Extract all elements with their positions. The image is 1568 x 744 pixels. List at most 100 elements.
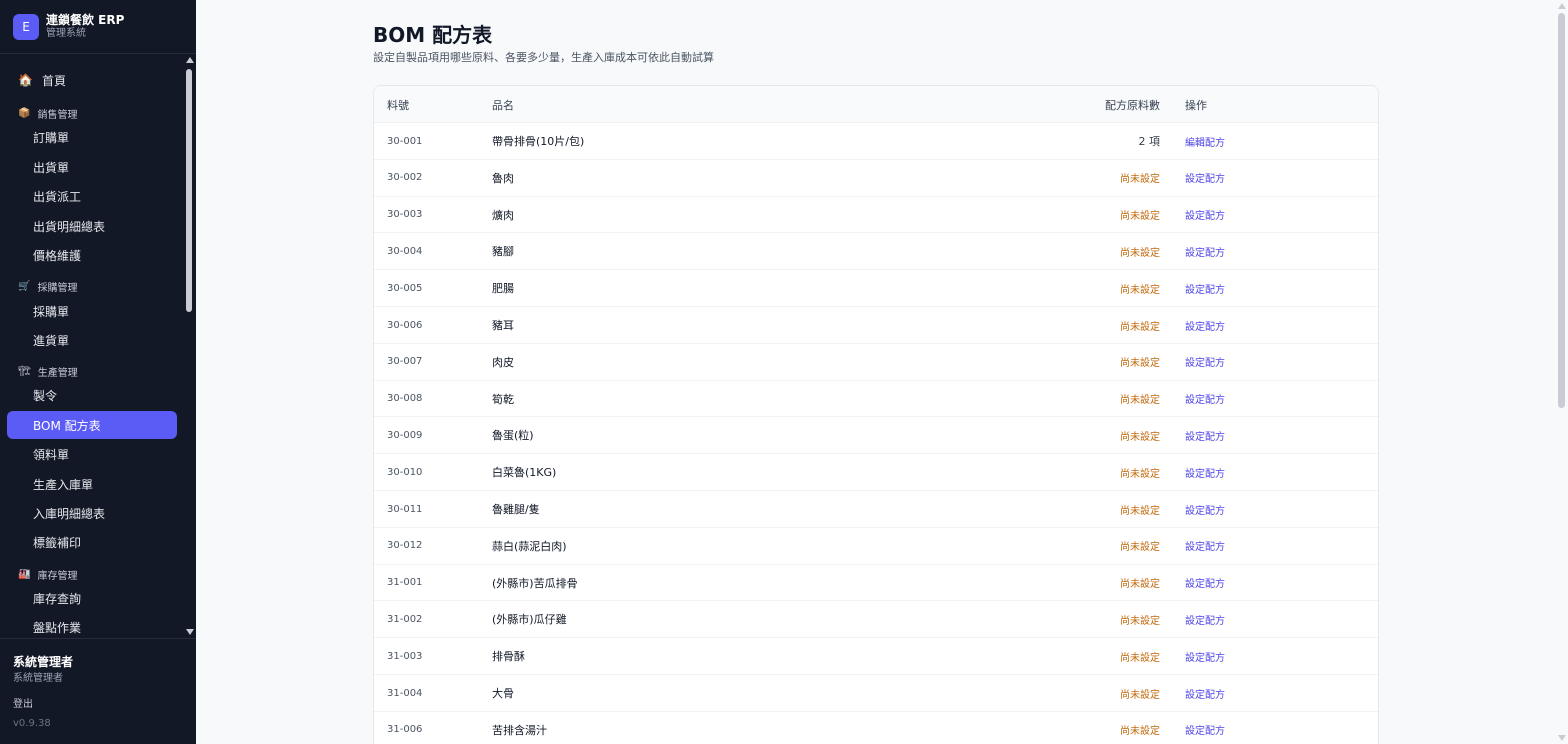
set-recipe-link[interactable]: 設定配方 bbox=[1185, 454, 1225, 490]
table-row: 30-010 白菜魯(1KG) 尚未設定 設定配方 bbox=[374, 454, 1378, 491]
item-name: 苦排含湯汁 bbox=[492, 723, 547, 737]
sidebar: E 連鎖餐飲 ERP 管理系統 🏠 首頁 📦 銷售管理 訂購單 出貨單 出貨派工… bbox=[0, 0, 196, 744]
item-code: 30-007 bbox=[387, 356, 423, 368]
page-title: BOM 配方表 bbox=[373, 23, 493, 47]
home-icon: 🏠 bbox=[18, 73, 33, 87]
column-header-count: 配方原料數 bbox=[1105, 98, 1160, 112]
sidebar-item-orders[interactable]: 訂購單 bbox=[7, 123, 177, 151]
page-scrollbar[interactable] bbox=[1556, 0, 1568, 744]
bom-table: 料號 品名 配方原料數 操作 30-001 帶骨排骨(10片/包) 2 項編輯配方 3… bbox=[373, 85, 1379, 744]
item-name: 筍乾 bbox=[492, 392, 514, 406]
item-code: 30-001 bbox=[387, 135, 423, 147]
column-header-code: 料號 bbox=[387, 98, 409, 112]
item-code: 30-003 bbox=[387, 209, 423, 221]
item-code: 31-002 bbox=[387, 613, 423, 625]
item-name: 魯肉 bbox=[492, 171, 514, 185]
sidebar-item-home[interactable]: 🏠 首頁 bbox=[7, 66, 177, 94]
set-recipe-link[interactable]: 設定配方 bbox=[1185, 565, 1225, 601]
recipe-status-unset: 尚未設定 bbox=[1120, 321, 1160, 333]
table-row: 30-008 筍乾 尚未設定 設定配方 bbox=[374, 381, 1378, 418]
sidebar-item-material-requisition[interactable]: 領料單 bbox=[7, 440, 177, 468]
item-code: 31-003 bbox=[387, 650, 423, 662]
sidebar-item-work-orders[interactable]: 製令 bbox=[7, 381, 177, 409]
item-name: 排骨酥 bbox=[492, 650, 525, 664]
item-name: (外縣市)苦瓜排骨 bbox=[492, 576, 578, 590]
scroll-up-icon[interactable] bbox=[1558, 3, 1566, 9]
table-row: 30-006 豬耳 尚未設定 設定配方 bbox=[374, 307, 1378, 344]
set-recipe-link[interactable]: 設定配方 bbox=[1185, 307, 1225, 343]
item-name: 帶骨排骨(10片/包) bbox=[492, 135, 585, 148]
sidebar-item-shipment-summary[interactable]: 出貨明細總表 bbox=[7, 212, 177, 240]
sidebar-item-pricing[interactable]: 價格維護 bbox=[7, 241, 177, 269]
column-header-name: 品名 bbox=[492, 98, 514, 112]
scrollbar-thumb[interactable] bbox=[1558, 13, 1565, 408]
recipe-status-unset: 尚未設定 bbox=[1120, 726, 1160, 738]
set-recipe-link[interactable]: 設定配方 bbox=[1185, 344, 1225, 380]
sidebar-item-receipt-summary[interactable]: 入庫明細總表 bbox=[7, 499, 177, 527]
recipe-status-unset: 尚未設定 bbox=[1120, 284, 1160, 296]
sidebar-item-purchase-orders[interactable]: 採購單 bbox=[7, 297, 177, 325]
item-name: 蒜白(蒜泥白肉) bbox=[492, 539, 567, 553]
recipe-status-unset: 尚未設定 bbox=[1120, 358, 1160, 370]
scroll-down-icon[interactable] bbox=[1558, 735, 1566, 741]
item-name: (外縣市)瓜仔雞 bbox=[492, 613, 567, 627]
warehouse-icon: 🏭 bbox=[18, 568, 31, 580]
set-recipe-link[interactable]: 設定配方 bbox=[1185, 197, 1225, 233]
set-recipe-link[interactable]: 設定配方 bbox=[1185, 638, 1225, 674]
table-row: 30-004 豬腳 尚未設定 設定配方 bbox=[374, 233, 1378, 271]
recipe-status-unset: 尚未設定 bbox=[1120, 247, 1160, 259]
sidebar-nav: 🏠 首頁 📦 銷售管理 訂購單 出貨單 出貨派工 出貨明細總表 價格維護 🛒 採… bbox=[0, 54, 196, 638]
set-recipe-link[interactable]: 設定配方 bbox=[1185, 270, 1225, 306]
item-name: 肉皮 bbox=[492, 355, 514, 369]
edit-recipe-link[interactable]: 編輯配方 bbox=[1185, 123, 1225, 159]
item-name: 白菜魯(1KG) bbox=[492, 466, 557, 480]
set-recipe-link[interactable]: 設定配方 bbox=[1185, 381, 1225, 417]
sidebar-item-shipments[interactable]: 出貨單 bbox=[7, 153, 177, 181]
user-name: 系統管理者 bbox=[13, 655, 74, 669]
table-row: 30-009 魯蛋(粒) 尚未設定 設定配方 bbox=[374, 417, 1378, 455]
sidebar-item-receiving[interactable]: 進貨單 bbox=[7, 326, 177, 354]
set-recipe-link[interactable]: 設定配方 bbox=[1185, 675, 1225, 711]
recipe-status-unset: 尚未設定 bbox=[1120, 211, 1160, 223]
sidebar-item-inventory-query[interactable]: 庫存查詢 bbox=[7, 584, 177, 612]
sidebar-scrollbar[interactable] bbox=[184, 54, 196, 638]
sidebar-item-production-receipt[interactable]: 生產入庫單 bbox=[7, 470, 177, 498]
scrollbar-thumb[interactable] bbox=[186, 69, 192, 312]
item-name: 大骨 bbox=[492, 687, 514, 700]
sidebar-item-dispatch[interactable]: 出貨派工 bbox=[7, 182, 177, 210]
sidebar-item-label: 首頁 bbox=[41, 73, 66, 88]
set-recipe-link[interactable]: 設定配方 bbox=[1185, 491, 1225, 527]
set-recipe-link[interactable]: 設定配方 bbox=[1185, 417, 1225, 453]
item-code: 30-002 bbox=[387, 172, 423, 184]
set-recipe-link[interactable]: 設定配方 bbox=[1185, 712, 1225, 744]
logout-link[interactable]: 登出 bbox=[13, 695, 33, 710]
recipe-status-unset: 尚未設定 bbox=[1120, 468, 1160, 480]
version-label: v0.9.38 bbox=[13, 718, 51, 729]
recipe-status-unset: 尚未設定 bbox=[1120, 689, 1160, 701]
item-code: 30-012 bbox=[387, 540, 423, 552]
recipe-status-unset: 尚未設定 bbox=[1120, 174, 1160, 186]
sidebar-item-stocktake[interactable]: 盤點作業 bbox=[7, 613, 177, 638]
item-name: 魯雞腿/隻 bbox=[492, 503, 540, 516]
set-recipe-link[interactable]: 設定配方 bbox=[1185, 601, 1225, 637]
brand-logo: E bbox=[13, 13, 39, 40]
recipe-status-unset: 尚未設定 bbox=[1120, 652, 1160, 664]
nav-group-label: 生產管理 bbox=[37, 367, 78, 379]
set-recipe-link[interactable]: 設定配方 bbox=[1185, 528, 1225, 564]
recipe-status-unset: 尚未設定 bbox=[1120, 431, 1160, 443]
item-name: 爌肉 bbox=[492, 208, 514, 222]
brand-subtitle: 管理系統 bbox=[46, 28, 86, 39]
set-recipe-link[interactable]: 設定配方 bbox=[1185, 233, 1225, 269]
item-name: 魯蛋(粒) bbox=[492, 429, 534, 443]
sidebar-item-bom[interactable]: BOM 配方表 bbox=[7, 411, 177, 439]
sidebar-item-label-reprint[interactable]: 標籤補印 bbox=[7, 528, 177, 556]
item-code: 31-001 bbox=[387, 577, 423, 589]
nav-group-sales: 📦 銷售管理 bbox=[18, 105, 77, 121]
item-name: 豬耳 bbox=[492, 319, 514, 332]
box-icon: 📦 bbox=[18, 107, 31, 119]
nav-group-purchasing: 🛒 採購管理 bbox=[18, 278, 77, 294]
table-row: 31-001 (外縣市)苦瓜排骨 尚未設定 設定配方 bbox=[374, 565, 1378, 602]
scroll-up-icon[interactable] bbox=[186, 57, 194, 63]
scroll-down-icon[interactable] bbox=[186, 629, 194, 635]
set-recipe-link[interactable]: 設定配方 bbox=[1185, 160, 1225, 196]
